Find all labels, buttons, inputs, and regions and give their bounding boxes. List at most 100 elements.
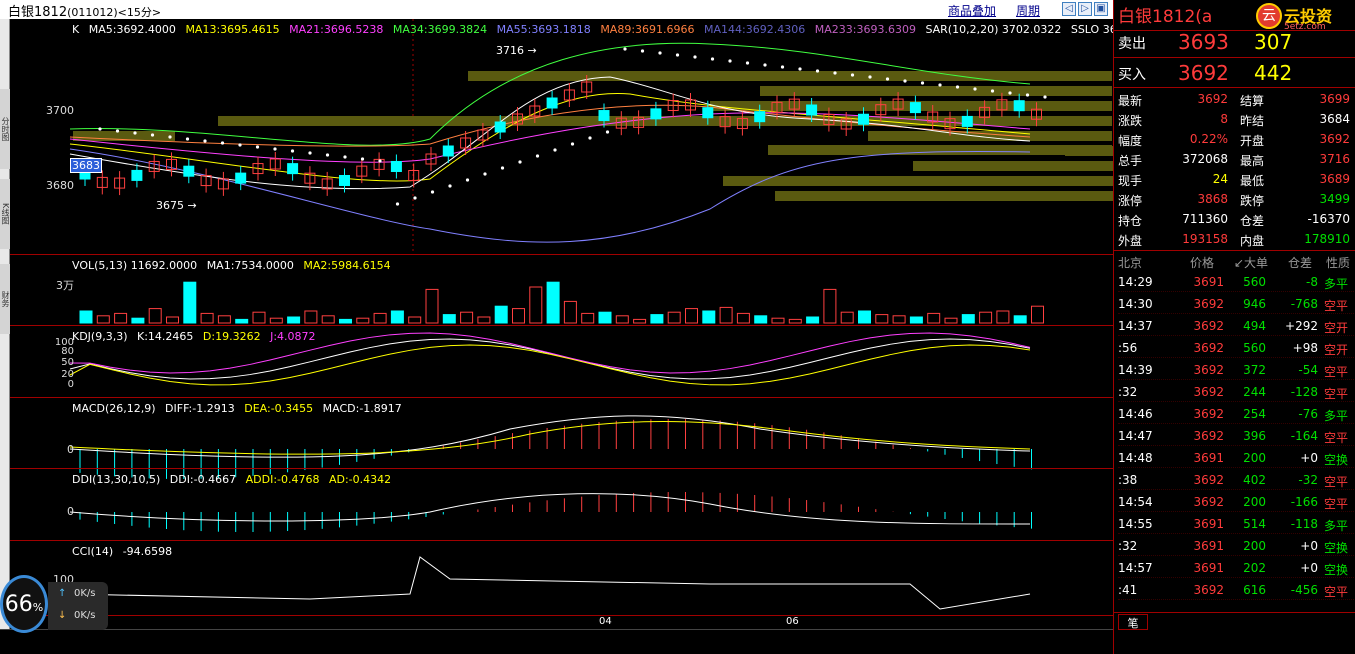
tick-row[interactable]: 14:30 3692 946 -768 空平 [1118, 294, 1354, 314]
tick-row[interactable]: 14:48 3691 200 +0 空换 [1118, 448, 1354, 468]
volume-bar [961, 314, 975, 324]
sar-dot [185, 137, 190, 141]
high-annotation: 3716 → [496, 44, 537, 57]
tick-cell: -166 [1290, 495, 1318, 509]
quote-title: 白银1812(a [1118, 7, 1213, 27]
ma233-value: MA233:3693.6309 [814, 23, 916, 36]
sar-dot [1008, 91, 1012, 95]
tick-row[interactable]: 14:39 3692 372 -54 空平 [1118, 360, 1354, 380]
tick-row[interactable]: 14:54 3692 200 -166 空平 [1118, 492, 1354, 512]
volume-bar [546, 281, 560, 324]
tick-row[interactable]: :38 3692 402 -32 空平 [1118, 470, 1354, 490]
tick-cell: 3691 [1193, 275, 1224, 289]
sar-dot [938, 83, 942, 87]
tick-row[interactable]: 14:37 3692 494 +292 空开 [1118, 316, 1354, 336]
candle-body [909, 102, 921, 114]
volume-bar [321, 315, 335, 324]
tick-cell: 14:57 [1118, 561, 1153, 575]
tick-cell: 3692 [1193, 385, 1224, 399]
volume-bar [408, 316, 422, 324]
sar-dot [133, 131, 137, 135]
tab-trades[interactable]: 笔 [1118, 614, 1148, 630]
k-label: K [72, 23, 80, 36]
volume-bar [287, 316, 301, 324]
tick-cell: 3692 [1193, 429, 1224, 443]
stat-label: 总手 [1118, 154, 1143, 168]
next-button[interactable]: ▷ [1078, 2, 1092, 16]
tab-kline[interactable]: K线图 [0, 179, 10, 249]
tick-row[interactable]: :32 3691 200 +0 空换 [1118, 536, 1354, 556]
tick-row[interactable]: 14:29 3691 560 -8 多平 [1118, 272, 1354, 292]
tick-cell: -76 [1298, 407, 1318, 421]
tick-row[interactable]: 14:55 3691 514 -118 多平 [1118, 514, 1354, 534]
volume-profile-bar [723, 176, 1113, 186]
stat-label: 持仓 [1118, 214, 1143, 228]
tick-cell: 空换 [1324, 563, 1349, 577]
tick-cell: 616 [1243, 583, 1266, 597]
panel-divider [10, 615, 1113, 616]
volume-profile-bar [775, 191, 1113, 201]
cci-header: CCI(14) -94.6598 [72, 545, 173, 558]
ma5-value: MA5:3692.4000 [88, 23, 176, 36]
tick-row[interactable]: 14:57 3691 202 +0 空换 [1118, 558, 1354, 578]
sar-dot [220, 141, 225, 145]
tick-cell: -54 [1298, 363, 1318, 377]
stat-label: 涨停 [1118, 194, 1143, 208]
volume-bar [771, 317, 785, 324]
prev-button[interactable]: ◁ [1062, 2, 1076, 16]
stat-value: 193158 [1182, 232, 1228, 246]
tick-cell: 244 [1243, 385, 1266, 399]
ma34-value: MA34:3699.3824 [392, 23, 488, 36]
stat-label: 最高 [1240, 154, 1265, 168]
volume-bar [1031, 305, 1044, 324]
tick-cell: 空平 [1324, 497, 1349, 511]
volume-bar [529, 286, 543, 324]
tick-cell: -128 [1290, 385, 1318, 399]
tick-cell: 396 [1243, 429, 1266, 443]
quote-stat-row: 总手 372068 最高 3716 [1118, 149, 1354, 169]
tick-row[interactable]: :56 3692 560 +98 空开 [1118, 338, 1354, 358]
candle-body [1013, 100, 1025, 112]
tick-row[interactable]: :41 3692 616 -456 空平 [1118, 580, 1354, 600]
sar-dot [850, 73, 855, 77]
tab-finance[interactable]: 财务 [0, 264, 10, 334]
tab-timeshare[interactable]: 分时图 [0, 89, 10, 169]
period-menu[interactable]: 周期 [1016, 2, 1040, 19]
chart-area[interactable]: K MA5:3692.4000 MA13:3695.4615 MA21:3696… [10, 19, 1141, 629]
tick-table-header: 北京 价格 ↙大单 仓差 性质 [1118, 256, 1351, 270]
sar-dot [728, 59, 732, 63]
volume-bar [477, 316, 491, 324]
sar-dot [640, 49, 645, 53]
instrument-name: 白银1812 [8, 5, 68, 20]
stat-label: 涨跌 [1118, 114, 1143, 128]
commodity-overlay-menu[interactable]: 商品叠加 [948, 2, 996, 19]
tick-cell: 空换 [1324, 541, 1349, 555]
network-speed-gauge[interactable]: 66% [0, 575, 48, 633]
sar-dot [798, 67, 802, 71]
stat-label: 昨结 [1240, 114, 1265, 128]
candle-body [339, 175, 350, 187]
tick-row[interactable]: :32 3692 244 -128 空平 [1118, 382, 1354, 402]
sar-dot [273, 147, 277, 151]
tick-cell: -8 [1306, 275, 1318, 289]
quote-stat-row: 持仓 711360 仓差 -16370 [1118, 209, 1354, 229]
volume-bar [425, 288, 439, 324]
volume-bar [996, 310, 1010, 324]
tick-cell: 372 [1243, 363, 1266, 377]
ma89-value: MA89:3691.6966 [600, 23, 695, 36]
volume-bar [754, 315, 768, 324]
zoom-button[interactable]: ▣ [1094, 2, 1108, 16]
volume-bar [806, 316, 820, 324]
tick-cell: 空开 [1324, 321, 1349, 335]
sar-dot [115, 129, 120, 133]
stat-label: 跌停 [1240, 194, 1265, 208]
tick-cell: 560 [1243, 341, 1266, 355]
sar-dot [763, 63, 767, 67]
chart-canvas[interactable] [10, 19, 1113, 629]
candle-body [961, 115, 973, 127]
kdj-y-label: 80 [61, 346, 74, 357]
tick-cell: 200 [1243, 539, 1266, 553]
tick-row[interactable]: 14:46 3692 254 -76 多平 [1118, 404, 1354, 424]
volume-profile-bar [768, 145, 1112, 155]
tick-row[interactable]: 14:47 3692 396 -164 空平 [1118, 426, 1354, 446]
